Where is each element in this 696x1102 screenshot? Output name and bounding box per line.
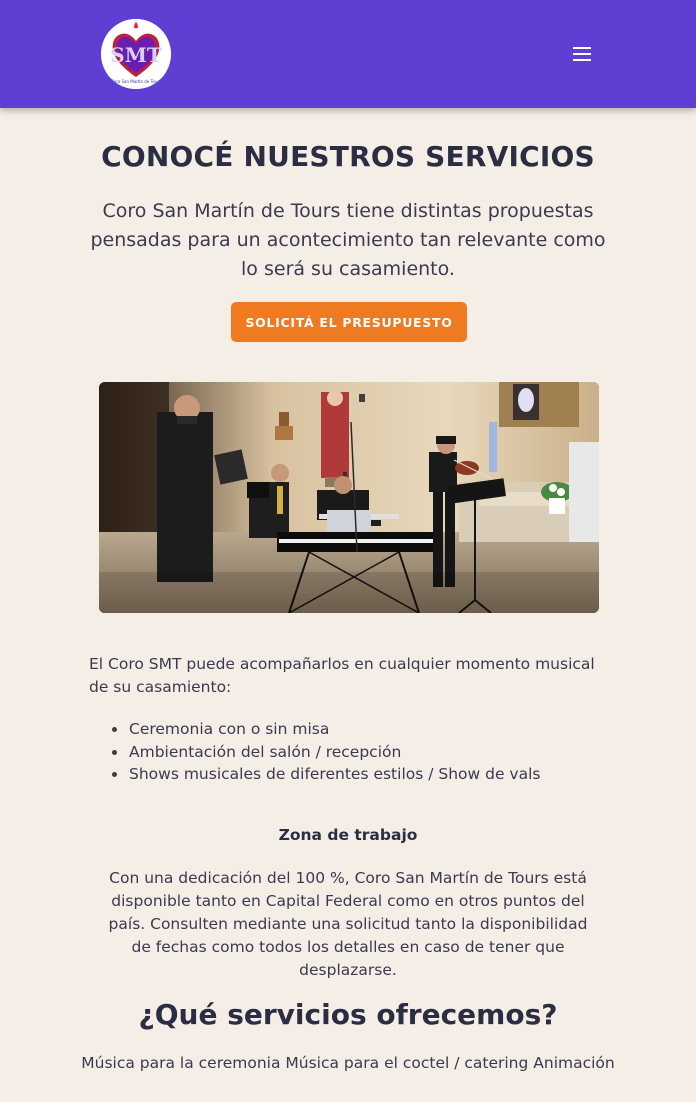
services-intro-paragraph: El Coro SMT puede acompañarlos en cualqu…	[89, 655, 595, 696]
list-item: Ceremonia con o sin misa	[110, 718, 590, 741]
page-title: CONOCÉ NUESTROS SERVICIOS	[101, 140, 595, 173]
work-zone-heading: Zona de trabajo	[278, 826, 418, 844]
work-zone-text: Con una dedicación del 100 %, Coro San M…	[108, 869, 588, 979]
services-list-text: Música para la ceremonia Música para el …	[81, 1054, 615, 1072]
list-item: Shows musicales de diferentes estilos / …	[110, 763, 590, 786]
performance-photo	[99, 382, 599, 613]
site-header: SMT Coro San Martín de Tours	[0, 0, 696, 108]
smt-heart-logo-icon: SMT Coro San Martín de Tours	[101, 19, 171, 89]
list-item: Ambientación del salón / recepción	[110, 741, 590, 764]
hamburger-menu-button[interactable]	[568, 42, 596, 66]
hamburger-menu-icon	[573, 47, 591, 61]
svg-text:Coro San Martín de Tours: Coro San Martín de Tours	[111, 79, 161, 84]
request-quote-button[interactable]: SOLICITÁ EL PRESUPUESTO	[231, 302, 467, 342]
site-logo[interactable]: SMT Coro San Martín de Tours	[101, 19, 171, 89]
svg-text:SMT: SMT	[110, 43, 162, 67]
moments-list: Ceremonia con o sin misa Ambientación de…	[110, 718, 590, 786]
intro-text: Coro San Martín de Tours tiene distintas…	[90, 200, 606, 280]
services-heading: ¿Qué servicios ofrecemos?	[138, 998, 558, 1031]
